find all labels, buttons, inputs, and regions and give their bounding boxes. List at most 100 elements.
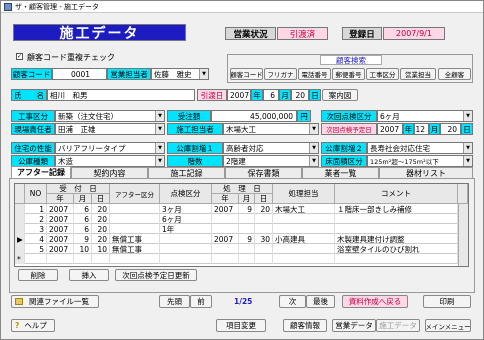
sales-data-button[interactable]: 営業データ: [332, 319, 376, 332]
cell-insp[interactable]: 3ヶ月: [160, 204, 212, 214]
cell-py[interactable]: 2007: [212, 204, 239, 214]
cell-type[interactable]: [110, 254, 160, 264]
table-row[interactable]: 1 2007 6 20 3ヶ月 2007 9 20 木場大工 １階床一部きしみ補修: [15, 204, 468, 214]
last-record-button[interactable]: 最後: [306, 295, 335, 308]
cell-py[interactable]: [212, 214, 239, 224]
cell-no[interactable]: 2: [25, 214, 47, 224]
cell-staff[interactable]: 木場大工: [273, 204, 335, 214]
cell-staff[interactable]: [273, 254, 335, 264]
sales-rep-select[interactable]: 佐藤 雅史 ▼: [151, 68, 209, 80]
search-by-kana-button[interactable]: フリガナ: [264, 68, 297, 80]
vertical-scrollbar[interactable]: [458, 204, 468, 266]
cell-pm[interactable]: [239, 214, 255, 224]
cell-pm[interactable]: [239, 224, 255, 234]
cell-pm[interactable]: 9: [239, 204, 255, 214]
table-row[interactable]: ▶ 4 2007 9 20 無償工事 2007 9 30 小高建具 木製建具建付け調整: [15, 234, 468, 244]
cell-comment[interactable]: [335, 254, 458, 264]
row-selector[interactable]: *: [15, 254, 25, 264]
tab-documents[interactable]: 保存書類: [225, 167, 302, 178]
cell-rd[interactable]: 10: [92, 244, 110, 254]
cell-pd[interactable]: [255, 224, 273, 234]
pub-extra1-select[interactable]: 高齢者対応 ▼: [223, 142, 319, 154]
table-row[interactable]: 2 2007 6 20 6ヶ月: [15, 214, 468, 224]
cell-pd[interactable]: [255, 244, 273, 254]
cell-ry[interactable]: 2007: [47, 234, 74, 244]
cell-ry[interactable]: [47, 254, 74, 264]
tab-construction[interactable]: 施工記録: [148, 167, 225, 178]
cell-insp[interactable]: [160, 254, 212, 264]
guide-map-button[interactable]: 案内図: [322, 89, 358, 101]
floor-area-select[interactable]: 125m²超～175m²以下 ▼: [367, 155, 473, 167]
work-type-select[interactable]: 新築（注文住宅） ▼: [55, 110, 165, 122]
search-by-code-button[interactable]: 顧客コード: [230, 68, 263, 80]
search-by-zip-button[interactable]: 郵便番号: [332, 68, 365, 80]
construction-data-button[interactable]: 施工データ: [376, 319, 420, 332]
builder-select[interactable]: 木場大工 ▼: [223, 123, 319, 135]
update-next-date-button[interactable]: 次回点検予定日更新: [115, 269, 197, 281]
cell-ry[interactable]: 2007: [47, 204, 74, 214]
tab-vendors[interactable]: 業者一覧: [302, 167, 379, 178]
cell-py[interactable]: [212, 244, 239, 254]
cell-no[interactable]: 1: [25, 204, 47, 214]
cell-rm[interactable]: [74, 254, 92, 264]
cell-rd[interactable]: 20: [92, 214, 110, 224]
cell-insp[interactable]: 1年: [160, 224, 212, 234]
dup-check-checkbox[interactable]: ✓: [16, 53, 23, 60]
cell-type[interactable]: [110, 204, 160, 214]
cell-rm[interactable]: 10: [74, 244, 92, 254]
handover-day-field[interactable]: 20: [291, 89, 309, 101]
back-to-docs-button[interactable]: 資料作成へ戻る: [342, 295, 408, 308]
cell-pd[interactable]: 20: [255, 204, 273, 214]
next-month-field[interactable]: 12: [414, 123, 429, 135]
cell-comment[interactable]: 浴室壁タイルのひび割れ: [335, 244, 458, 254]
change-items-button[interactable]: 項目変更: [216, 319, 266, 332]
cell-comment[interactable]: 木製建具建付け調整: [335, 234, 458, 244]
cell-rm[interactable]: 6: [74, 224, 92, 234]
cell-comment[interactable]: １階床一部きしみ補修: [335, 204, 458, 214]
help-button[interactable]: ? ヘルプ: [11, 319, 55, 332]
cell-py[interactable]: 2007: [212, 234, 239, 244]
cell-insp[interactable]: [160, 244, 212, 254]
cell-comment[interactable]: [335, 224, 458, 234]
cell-pm[interactable]: [239, 244, 255, 254]
row-selector[interactable]: ▶: [15, 234, 25, 244]
cell-ry[interactable]: 2007: [47, 244, 74, 254]
print-button[interactable]: 印刷: [423, 295, 471, 308]
cell-type[interactable]: 無償工事: [110, 244, 160, 254]
cell-rm[interactable]: 6: [74, 214, 92, 224]
tab-contract[interactable]: 契約内容: [71, 167, 148, 178]
cell-py[interactable]: [212, 254, 239, 264]
tab-after-record[interactable]: アフター記録: [11, 166, 71, 178]
cell-insp[interactable]: [160, 234, 212, 244]
table-row[interactable]: 3 2007 6 20 1年: [15, 224, 468, 234]
site-manager-select[interactable]: 田浦 正雄 ▼: [55, 123, 165, 135]
first-record-button[interactable]: 先頭: [159, 295, 190, 308]
cell-type[interactable]: 無償工事: [110, 234, 160, 244]
cell-staff[interactable]: 小高建具: [273, 234, 335, 244]
next-record-button[interactable]: 次: [279, 295, 306, 308]
search-by-sales-button[interactable]: 営業担当: [400, 68, 436, 80]
insert-row-button[interactable]: 挿入: [69, 269, 109, 281]
customer-info-button[interactable]: 顧客情報: [283, 319, 327, 332]
cell-ry[interactable]: 2007: [47, 214, 74, 224]
row-selector[interactable]: [15, 244, 25, 254]
cell-rd[interactable]: [92, 254, 110, 264]
cell-type[interactable]: [110, 214, 160, 224]
prev-record-button[interactable]: 前: [190, 295, 212, 308]
floors-select[interactable]: 2階建 ▼: [223, 155, 319, 167]
next-day-field[interactable]: 20: [440, 123, 461, 135]
related-files-button[interactable]: 関連ファイル一覧: [11, 295, 99, 308]
cell-no[interactable]: 5: [25, 244, 47, 254]
next-year-field[interactable]: 2007: [377, 123, 403, 135]
cell-rd[interactable]: 20: [92, 234, 110, 244]
next-inspection-select[interactable]: 6ヶ月 ▼: [377, 110, 473, 122]
main-menu-button[interactable]: メインメニュー: [425, 319, 471, 332]
cell-py[interactable]: [212, 224, 239, 234]
row-selector[interactable]: [15, 204, 25, 214]
pub-type-select[interactable]: 木造 ▼: [55, 155, 165, 167]
cell-pd[interactable]: 30: [255, 234, 273, 244]
row-selector[interactable]: [15, 214, 25, 224]
name-field[interactable]: 相川 和男: [47, 89, 195, 101]
cell-pd[interactable]: [255, 254, 273, 264]
search-by-worktype-button[interactable]: 工事区分: [366, 68, 399, 80]
